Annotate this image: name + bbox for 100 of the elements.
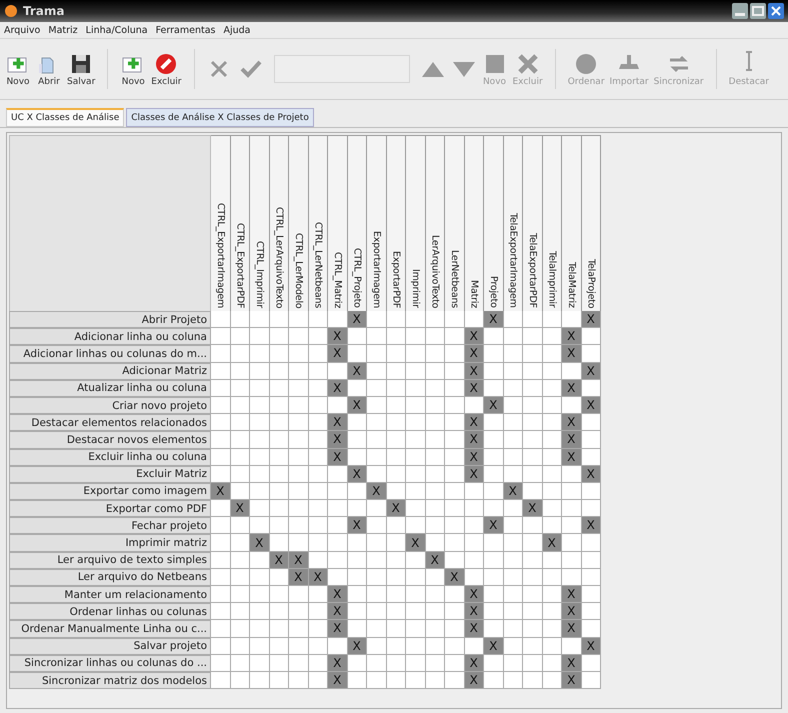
- row-header[interactable]: Exportar como imagem: [9, 482, 211, 500]
- row-header[interactable]: Ler arquivo de texto simples: [9, 552, 211, 569]
- marked-cell[interactable]: X: [562, 603, 582, 620]
- toolbar-button[interactable]: Novo: [4, 52, 32, 86]
- marked-cell[interactable]: X: [289, 568, 308, 586]
- row-header[interactable]: Fechar projeto: [9, 517, 211, 534]
- marked-cell[interactable]: X: [562, 328, 582, 346]
- row-header[interactable]: Atualizar linha ou coluna: [9, 380, 211, 397]
- marked-cell[interactable]: X: [328, 586, 348, 604]
- marked-cell[interactable]: X: [230, 500, 250, 518]
- row-header[interactable]: Abrir Projeto: [9, 311, 211, 328]
- marked-cell[interactable]: X: [348, 311, 367, 328]
- marked-cell[interactable]: X: [582, 311, 601, 328]
- column-header: CTRL_ExportarImagem: [211, 135, 230, 311]
- row-header[interactable]: Ler arquivo do Netbeans: [9, 568, 211, 586]
- marked-cell[interactable]: X: [464, 328, 484, 346]
- toolbar-button[interactable]: Novo: [119, 52, 148, 86]
- marked-cell[interactable]: X: [211, 482, 230, 500]
- marked-cell[interactable]: X: [464, 431, 484, 448]
- marked-cell[interactable]: X: [250, 534, 270, 552]
- row-header[interactable]: Sincronizar matriz dos modelos: [9, 672, 211, 690]
- toolbar-button[interactable]: Excluir: [150, 52, 182, 86]
- marked-cell[interactable]: X: [464, 586, 484, 604]
- column-header: Matriz: [464, 135, 484, 311]
- marked-cell[interactable]: X: [445, 568, 464, 586]
- marked-cell[interactable]: X: [406, 534, 426, 552]
- marked-cell[interactable]: X: [328, 328, 348, 346]
- column-header: LerNetbeans: [445, 135, 464, 311]
- marked-cell[interactable]: X: [562, 620, 582, 638]
- marked-cell[interactable]: X: [328, 380, 348, 397]
- marked-cell[interactable]: X: [464, 620, 484, 638]
- marked-cell[interactable]: X: [562, 654, 582, 672]
- row-header[interactable]: Sincronizar linhas ou colunas do ...: [9, 654, 211, 672]
- row-header[interactable]: Manter um relacionamento: [9, 586, 211, 604]
- menu-item[interactable]: Arquivo: [4, 24, 40, 36]
- marked-cell[interactable]: X: [484, 311, 504, 328]
- column-header: Imprimir: [406, 135, 426, 311]
- menu-item[interactable]: Matriz: [48, 24, 78, 36]
- marked-cell[interactable]: X: [464, 345, 484, 363]
- marked-cell[interactable]: X: [562, 414, 582, 432]
- marked-cell[interactable]: X: [562, 672, 582, 690]
- minimize-icon[interactable]: [732, 3, 748, 19]
- row-header[interactable]: Criar novo projeto: [9, 396, 211, 414]
- marked-cell[interactable]: X: [562, 448, 582, 466]
- row-header[interactable]: Exportar como PDF: [9, 500, 211, 518]
- marked-cell[interactable]: X: [328, 654, 348, 672]
- tab[interactable]: UC X Classes de Análise: [6, 108, 124, 127]
- close-icon[interactable]: [768, 3, 784, 19]
- column-header: LerArquivoTexto: [426, 135, 445, 311]
- row-header[interactable]: Excluir Matriz: [9, 466, 211, 483]
- row-header[interactable]: Ordenar linhas ou colunas: [9, 603, 211, 620]
- row-header[interactable]: Adicionar linha ou coluna: [9, 328, 211, 346]
- column-header: CTRL_Projeto: [348, 135, 367, 311]
- row-header[interactable]: Destacar elementos relacionados: [9, 414, 211, 432]
- marked-cell[interactable]: X: [348, 517, 367, 534]
- column-header: TelaExportarPDF: [523, 135, 542, 311]
- marked-cell[interactable]: X: [484, 517, 504, 534]
- marked-cell[interactable]: X: [328, 431, 348, 448]
- column-header: ExportarImagem: [367, 135, 386, 311]
- column-header: CTRL_Matriz: [328, 135, 348, 311]
- menu-item[interactable]: Linha/Coluna: [86, 24, 148, 36]
- text-cursor-icon: [744, 51, 753, 71]
- menu-item[interactable]: Ferramentas: [156, 24, 216, 36]
- row-header[interactable]: Salvar projeto: [9, 638, 211, 655]
- marked-cell[interactable]: X: [328, 414, 348, 432]
- marked-cell[interactable]: X: [523, 500, 542, 518]
- row-header[interactable]: Destacar novos elementos: [9, 431, 211, 448]
- column-header: CTRL_ExportarPDF: [230, 135, 250, 311]
- marked-cell[interactable]: X: [484, 396, 504, 414]
- row-header[interactable]: Adicionar linhas ou colunas do m...: [9, 345, 211, 363]
- marked-cell[interactable]: X: [386, 500, 406, 518]
- row-header[interactable]: Excluir linha ou coluna: [9, 448, 211, 466]
- marked-cell[interactable]: X: [328, 620, 348, 638]
- marked-cell[interactable]: X: [367, 482, 386, 500]
- row-header[interactable]: Ordenar Manualmente Linha ou c...: [9, 620, 211, 638]
- column-header: CTRL_LerModelo: [289, 135, 308, 311]
- menu-item[interactable]: Ajuda: [223, 24, 250, 36]
- marked-cell[interactable]: X: [464, 414, 484, 432]
- row-header[interactable]: Adicionar Matriz: [9, 362, 211, 380]
- toolbar-button[interactable]: Abrir: [35, 52, 63, 86]
- marked-cell[interactable]: X: [562, 431, 582, 448]
- marked-cell[interactable]: X: [484, 638, 504, 655]
- column-header: TelaImprimir: [542, 135, 562, 311]
- marked-cell[interactable]: X: [542, 534, 562, 552]
- tab[interactable]: Classes de Análise X Classes de Projeto: [126, 108, 314, 127]
- marked-cell[interactable]: X: [289, 552, 308, 569]
- marked-cell[interactable]: X: [562, 345, 582, 363]
- marked-cell[interactable]: X: [562, 380, 582, 397]
- marked-cell[interactable]: X: [464, 603, 484, 620]
- marked-cell[interactable]: X: [328, 603, 348, 620]
- marked-cell[interactable]: X: [328, 672, 348, 690]
- app-icon: [4, 4, 18, 18]
- marked-cell[interactable]: X: [328, 345, 348, 363]
- marked-cell[interactable]: X: [582, 517, 601, 534]
- toolbar-button[interactable]: Salvar: [66, 52, 96, 86]
- marked-cell[interactable]: X: [562, 586, 582, 604]
- row-header[interactable]: Imprimir matriz: [9, 534, 211, 552]
- column-header: TelaProjeto: [582, 135, 601, 311]
- maximize-icon[interactable]: [750, 3, 766, 19]
- marked-cell[interactable]: X: [328, 448, 348, 466]
